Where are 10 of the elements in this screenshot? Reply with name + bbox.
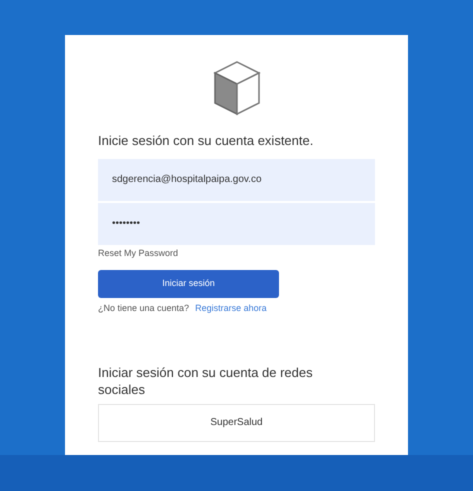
social-heading: Iniciar sesión con su cuenta de redes sociales — [98, 364, 314, 398]
sign-in-heading: Inicie sesión con su cuenta existente. — [98, 132, 314, 150]
signup-prompt: ¿No tiene una cuenta? — [98, 302, 190, 315]
cube-icon — [212, 59, 262, 117]
password-field[interactable]: •••••••• — [98, 202, 375, 244]
reset-password-link[interactable]: Reset My Password — [98, 246, 375, 260]
register-link[interactable]: Registrarse ahora — [195, 302, 267, 316]
sign-in-button[interactable]: Iniciar sesión — [98, 270, 279, 298]
social-login-button[interactable]: SuperSalud — [98, 404, 375, 442]
email-field[interactable]: sdgerencia@hospitalpaipa.gov.co — [98, 158, 375, 200]
